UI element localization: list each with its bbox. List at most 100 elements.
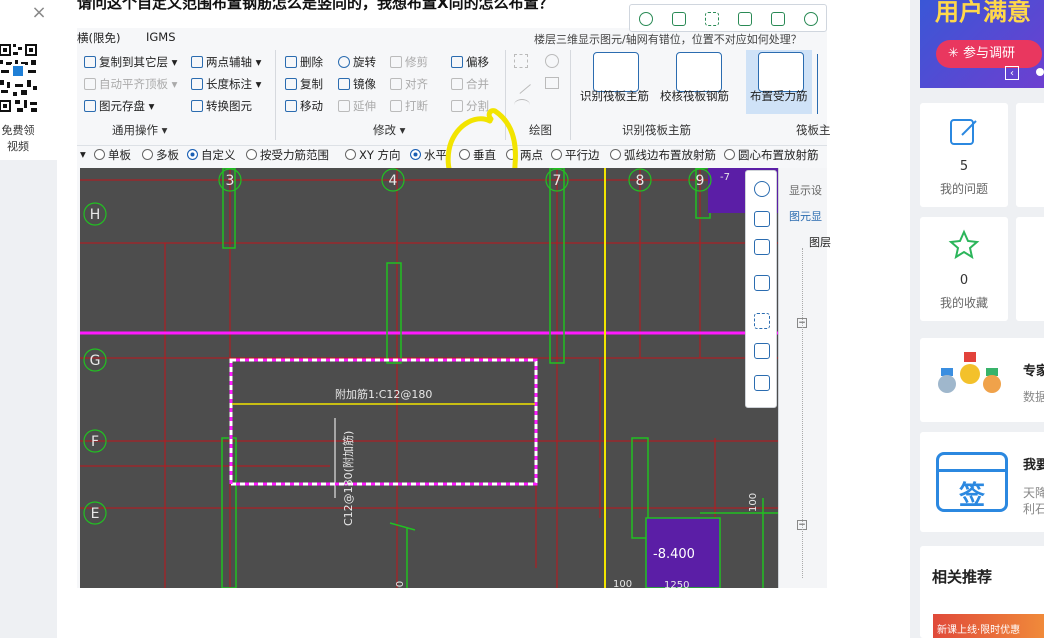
sphere-view-icon[interactable]: [754, 181, 770, 197]
search-icon[interactable]: [639, 12, 653, 26]
two-point-axis-button[interactable]: 两点辅轴 ▾: [191, 54, 261, 70]
common-group-text: 通用操作: [112, 123, 158, 137]
option-single-board[interactable]: 单板: [94, 147, 131, 163]
axis-label-9: 9: [696, 173, 705, 189]
option-arc-radial[interactable]: 弧线边布置放射筋: [610, 147, 716, 163]
axis-label-3: 3: [226, 173, 235, 189]
copy-to-floor-button[interactable]: 复制到其它层 ▾: [84, 54, 177, 70]
save-icon[interactable]: [738, 12, 752, 26]
mirror-button[interactable]: 镜像: [338, 76, 376, 92]
banner-prev-icon[interactable]: ‹: [1005, 66, 1019, 80]
my-questions-card[interactable]: 5 我的问题: [920, 103, 1008, 207]
radio-icon: [345, 149, 356, 160]
trim-label: 修剪: [405, 55, 428, 69]
rect-icon[interactable]: [545, 77, 559, 89]
group-label-draw: 绘图: [529, 123, 552, 137]
offset-label: 偏移: [466, 55, 489, 69]
box-icon[interactable]: [754, 343, 770, 359]
rotate-label: 旋转: [353, 55, 376, 69]
sign-title: 我要: [1023, 458, 1044, 473]
option-xy-direction[interactable]: XY 方向: [345, 147, 401, 163]
element-display-tab[interactable]: 图元显: [789, 208, 822, 224]
delete-button[interactable]: 删除: [285, 54, 323, 70]
arrange-stress-rebar-icon[interactable]: [758, 52, 804, 92]
circle-icon[interactable]: [545, 54, 559, 68]
check-raft-rebar-icon[interactable]: [676, 52, 722, 92]
cad-drawing[interactable]: H G F E 3 4 7 8 9 附加筋1:C12@180 C12@180(附…: [80, 168, 778, 588]
move-icon: [285, 100, 297, 112]
gear-icon[interactable]: [804, 12, 818, 26]
expert-title: 专家: [1023, 364, 1044, 379]
identify-raft-main-rebar-button[interactable]: 识别筏板主筋: [580, 88, 649, 104]
element-storage-button[interactable]: 图元存盘 ▾: [84, 98, 154, 114]
display-settings-tab[interactable]: 显示设: [789, 182, 822, 198]
offset-button[interactable]: 偏移: [451, 54, 489, 70]
my-favorites-card[interactable]: 0 我的收藏: [920, 217, 1008, 321]
option-multi-board[interactable]: 多板: [142, 147, 179, 163]
next-stat-card[interactable]: [1016, 103, 1044, 207]
radio-icon: [610, 149, 621, 160]
identify-raft-main-rebar-icon[interactable]: [593, 52, 639, 92]
extend-button[interactable]: 延伸: [338, 98, 376, 114]
close-icon[interactable]: ×: [30, 4, 48, 22]
tab-horizontal[interactable]: 横(限免): [77, 30, 120, 46]
auto-align-top-button[interactable]: 自动平齐顶板 ▾: [84, 76, 177, 92]
radio-selected-icon: [410, 149, 421, 160]
element-storage-label: 图元存盘: [99, 99, 145, 113]
qr-code-icon: [0, 40, 39, 114]
option-xy-direction-label: XY 方向: [359, 148, 401, 162]
notice-text[interactable]: 楼层三维显示图元/轴网有错位，位置不对应如何处理？: [534, 31, 814, 47]
dim-label-4: 1250: [664, 580, 689, 588]
my-questions-label: 我的问题: [939, 182, 988, 196]
align-button[interactable]: 对齐: [390, 76, 428, 92]
fullscreen-icon[interactable]: [705, 12, 719, 26]
promo-banner[interactable]: 新课上线·限时优惠: [933, 614, 1044, 638]
dim-label-5: -7: [720, 172, 730, 183]
move-button[interactable]: 移动: [285, 98, 323, 114]
cube-view-icon[interactable]: [754, 239, 770, 255]
expert-card[interactable]: 专家 数据: [920, 338, 1044, 422]
radio-icon: [246, 149, 257, 160]
qr-promo-card[interactable]: × 免费领 视频: [0, 0, 57, 160]
list-settings-icon[interactable]: [754, 375, 770, 391]
copy-button[interactable]: 复制: [285, 76, 323, 92]
convert-element-label: 转换图元: [206, 99, 252, 113]
layer-side-panel: 显示设 图元显 图层 − −: [778, 168, 831, 588]
survey-button[interactable]: ✳ 参与调研: [936, 40, 1042, 68]
question-title: 请问这个自定义范围布置钢筋怎么是竖向的，我想布置X向的怎么布置？: [77, 0, 554, 12]
tab-igms[interactable]: IGMS: [146, 30, 176, 44]
point-icon[interactable]: [514, 54, 528, 68]
break-button[interactable]: 打断: [390, 98, 428, 114]
convert-element-button[interactable]: 转换图元: [191, 98, 252, 114]
radio-icon: [142, 149, 153, 160]
align-label: 对齐: [405, 77, 428, 91]
share-icon[interactable]: [771, 12, 785, 26]
length-dimension-button[interactable]: 长度标注 ▾: [191, 76, 261, 92]
trim-button[interactable]: 修剪: [390, 54, 428, 70]
sign-in-card[interactable]: 签 我要 天降 利石: [920, 432, 1044, 532]
check-raft-rebar-button[interactable]: 校核筏板钢筋: [660, 88, 729, 104]
banner-dot-icon[interactable]: [1036, 68, 1044, 76]
align-icon: [84, 78, 96, 90]
merge-button[interactable]: 合并: [451, 76, 489, 92]
option-center-radial[interactable]: 圆心布置放射筋: [724, 147, 827, 163]
cube-front-icon[interactable]: [754, 275, 770, 291]
arrange-stress-rebar-button[interactable]: 布置受力筋: [750, 88, 808, 104]
options-arrow-icon[interactable]: ▾: [80, 147, 86, 161]
axis-label-g: G: [90, 353, 101, 369]
move-label: 移动: [300, 99, 323, 113]
3d-view-icon[interactable]: [754, 211, 770, 227]
rotate-button[interactable]: 旋转: [338, 54, 376, 70]
cad-canvas[interactable]: H G F E 3 4 7 8 9 附加筋1:C12@180 C12@180(附…: [80, 168, 778, 588]
fit-view-icon[interactable]: [754, 313, 770, 329]
copy-icon[interactable]: [672, 12, 686, 26]
option-custom[interactable]: 自定义: [187, 147, 236, 163]
option-center-radial-label: 圆心布置放射筋: [738, 148, 819, 162]
next-stat-card[interactable]: [1016, 217, 1044, 321]
dimension-icon: [191, 78, 203, 90]
option-parallel-edge[interactable]: 平行边: [551, 147, 600, 163]
related-title: 相关推荐: [932, 568, 993, 586]
group-label-common: 通用操作 ▾: [112, 123, 168, 137]
option-by-stress-range[interactable]: 按受力筋范围: [246, 147, 329, 163]
option-single-board-label: 单板: [108, 148, 131, 162]
